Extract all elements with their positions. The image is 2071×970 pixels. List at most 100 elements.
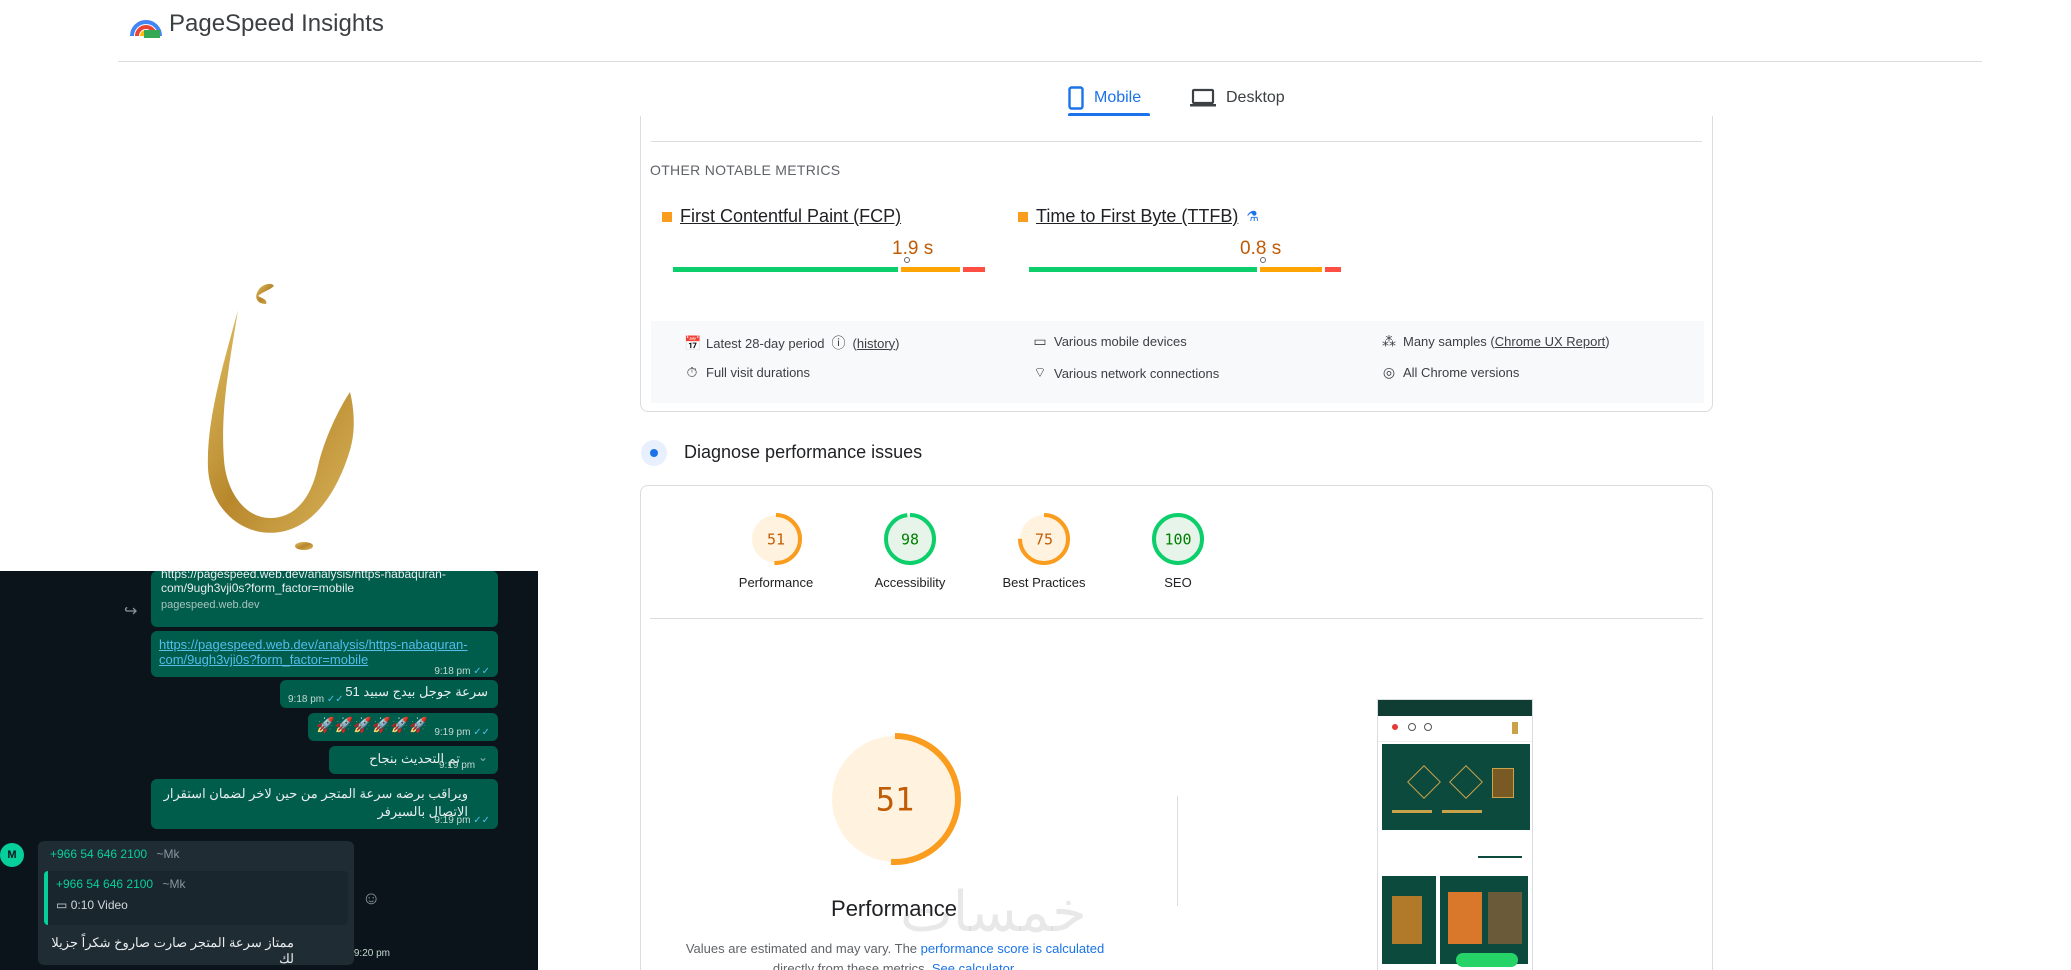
read-receipt-icon: ✓✓ xyxy=(473,666,490,677)
history-link[interactable]: history xyxy=(857,336,895,351)
message-bubble[interactable]: تم التحديث بنجاح 9:19 pm ⌄ xyxy=(329,746,498,774)
score-accessibility[interactable]: 98 Accessibility xyxy=(855,511,965,590)
tab-mobile[interactable]: Mobile xyxy=(1068,78,1141,118)
message-bubble[interactable]: https://pagespeed.web.dev/analysis/https… xyxy=(151,631,498,677)
info-devices: Various mobile devices xyxy=(1054,334,1187,349)
samples-icon: ⁂ xyxy=(1382,333,1396,349)
info-durations: Full visit durations xyxy=(706,365,811,380)
preview-domain: pagespeed.web.dev xyxy=(161,599,260,611)
info-samples-prefix: Many samples ( xyxy=(1403,334,1495,349)
note-text: Values are estimated and may vary. The xyxy=(685,941,921,956)
diagnose-title: Diagnose performance issues xyxy=(684,442,923,462)
top-bar: PageSpeed Insights xyxy=(0,0,2071,62)
message-time: 9:19 pm xyxy=(439,760,476,771)
incoming-message-bubble[interactable]: +966 54 646 2100 ~Mk +966 54 646 2100 ~M… xyxy=(38,841,390,966)
percentile-marker xyxy=(1260,257,1266,263)
screenshot: PageSpeed Insights Mobile Desktop OTHER … xyxy=(0,0,2071,970)
score-best-practices[interactable]: 75 Best Practices xyxy=(989,511,1099,590)
average-status-icon xyxy=(662,211,672,222)
section-label: OTHER NOTABLE METRICS xyxy=(650,162,841,178)
watermark: خمسات xyxy=(900,880,1087,945)
chrome-ux-report-link[interactable]: Chrome UX Report xyxy=(1495,334,1606,349)
app-title[interactable]: PageSpeed Insights xyxy=(169,10,384,38)
sender-number[interactable]: +966 54 646 2100 xyxy=(50,847,147,861)
divider xyxy=(651,141,1702,142)
field-data-card: OTHER NOTABLE METRICS First Contentful P… xyxy=(640,116,1713,412)
diagnose-icon xyxy=(641,440,667,466)
message-bubble[interactable]: سرعة جوجل بيدج سبيد 51 9:18 pm ✓✓ xyxy=(280,680,498,708)
gauge-value: 98 xyxy=(901,530,919,548)
see-calculator-link[interactable]: See calculator. xyxy=(932,961,1017,970)
message-time: 9:18 pm xyxy=(288,694,325,705)
message-text: سرعة جوجل بيدج سبيد 51 xyxy=(345,684,488,699)
gauge-value: 51 xyxy=(767,530,785,548)
score-label: Accessibility xyxy=(874,575,946,590)
read-receipt-icon: ✓✓ xyxy=(473,815,490,826)
flask-icon[interactable]: ⚗ xyxy=(1246,208,1259,225)
score-seo[interactable]: 100 SEO xyxy=(1123,511,1233,590)
score-label: SEO xyxy=(1164,575,1192,590)
message-link[interactable]: com/9ugh3vji0s?form_factor=mobile xyxy=(159,652,490,667)
info-network: Various network connections xyxy=(1054,365,1220,381)
pagespeed-logo-icon[interactable] xyxy=(130,10,162,40)
message-link[interactable]: https://pagespeed.web.dev/analysis/https… xyxy=(159,637,490,652)
good-segment xyxy=(1029,267,1257,272)
divider xyxy=(650,618,1703,619)
help-icon[interactable]: ⓘ xyxy=(831,333,847,353)
needs-improvement-segment xyxy=(900,267,961,272)
calendar-icon: 📅 xyxy=(684,334,702,351)
avatar[interactable]: M xyxy=(0,843,24,867)
message-text: ممتاز سرعة المتجر صارت صاروخ شكراً جزيلا… xyxy=(51,935,294,966)
preview-hero xyxy=(1382,744,1530,830)
forward-icon[interactable]: ↪ xyxy=(124,601,137,621)
poor-segment xyxy=(963,267,985,272)
message-bubble[interactable]: 🚀🚀🚀🚀🚀🚀 9:19 pm ✓✓ xyxy=(308,713,498,741)
info-samples-suffix: ) xyxy=(1605,334,1610,349)
quoted-message[interactable]: +966 54 646 2100 ~Mk ▭ 0:10 Video xyxy=(44,871,348,925)
tab-desktop[interactable]: Desktop xyxy=(1190,78,1285,118)
metric-name-link[interactable]: Time to First Byte (TTFB) xyxy=(1036,206,1238,227)
score-gauge: 51 xyxy=(750,513,802,565)
preview-url: com/9ugh3vji0s?form_factor=mobile xyxy=(161,581,355,595)
lab-scores-card: 51 Performance 98 Accessibility 75 Best … xyxy=(640,485,1713,970)
preview-section-title xyxy=(1378,830,1532,865)
divider xyxy=(1177,796,1178,906)
percentile-marker xyxy=(904,257,910,263)
message-time: 9:19 pm xyxy=(434,727,471,738)
devices-icon: ▭ xyxy=(1033,333,1047,349)
note-text: directly from these metrics. xyxy=(772,961,932,970)
message-bubble[interactable]: ويراقب برضه سرعة المتجر من حين لاخر لضما… xyxy=(151,779,498,829)
link-preview-bubble[interactable]: https://pagespeed.web.dev/analysis/https… xyxy=(151,571,498,627)
stopwatch-icon: ⏱ xyxy=(686,364,698,380)
divider xyxy=(118,61,1982,62)
score-gauge: 75 xyxy=(1018,513,1070,565)
gauge-value: 100 xyxy=(1164,530,1191,548)
poor-segment xyxy=(1325,267,1341,272)
metric-ttfb: Time to First Byte (TTFB) ⚗ 0.8 s xyxy=(1018,206,1348,272)
quoted-sender: +966 54 646 2100 xyxy=(56,877,154,891)
chrome-icon: ◎ xyxy=(1382,364,1396,380)
emoji-reaction-icon[interactable]: ☺ xyxy=(362,888,380,909)
naba-calligraphy-logo xyxy=(207,283,354,550)
distribution-bar xyxy=(673,257,985,272)
sender-name: ~Mk xyxy=(156,847,180,861)
message-time: 9:19 pm xyxy=(434,815,471,826)
metric-name-link[interactable]: First Contentful Paint (FCP) xyxy=(680,206,901,227)
preview-product xyxy=(1440,876,1528,964)
quoted-name: ~Mk xyxy=(162,877,186,891)
final-screenshot-preview xyxy=(1377,699,1533,970)
laptop-icon xyxy=(1190,88,1216,107)
message-time: 9:20 pm xyxy=(353,948,390,959)
info-period: Latest 28-day period xyxy=(706,335,825,351)
chevron-down-icon[interactable]: ⌄ xyxy=(478,750,488,764)
distribution-bar xyxy=(1029,257,1341,272)
preview-product xyxy=(1382,876,1436,964)
metric-fcp: First Contentful Paint (FCP) 1.9 s xyxy=(662,206,992,272)
score-performance[interactable]: 51 Performance xyxy=(721,511,831,590)
good-segment xyxy=(673,267,898,272)
smartphone-icon xyxy=(1068,86,1084,110)
quoted-media: 0:10 Video xyxy=(70,898,128,912)
needs-improvement-segment xyxy=(1259,267,1323,272)
whatsapp-chat-panel: https://pagespeed.web.dev/analysis/https… xyxy=(0,571,538,970)
score-gauge: 100 xyxy=(1152,513,1204,565)
